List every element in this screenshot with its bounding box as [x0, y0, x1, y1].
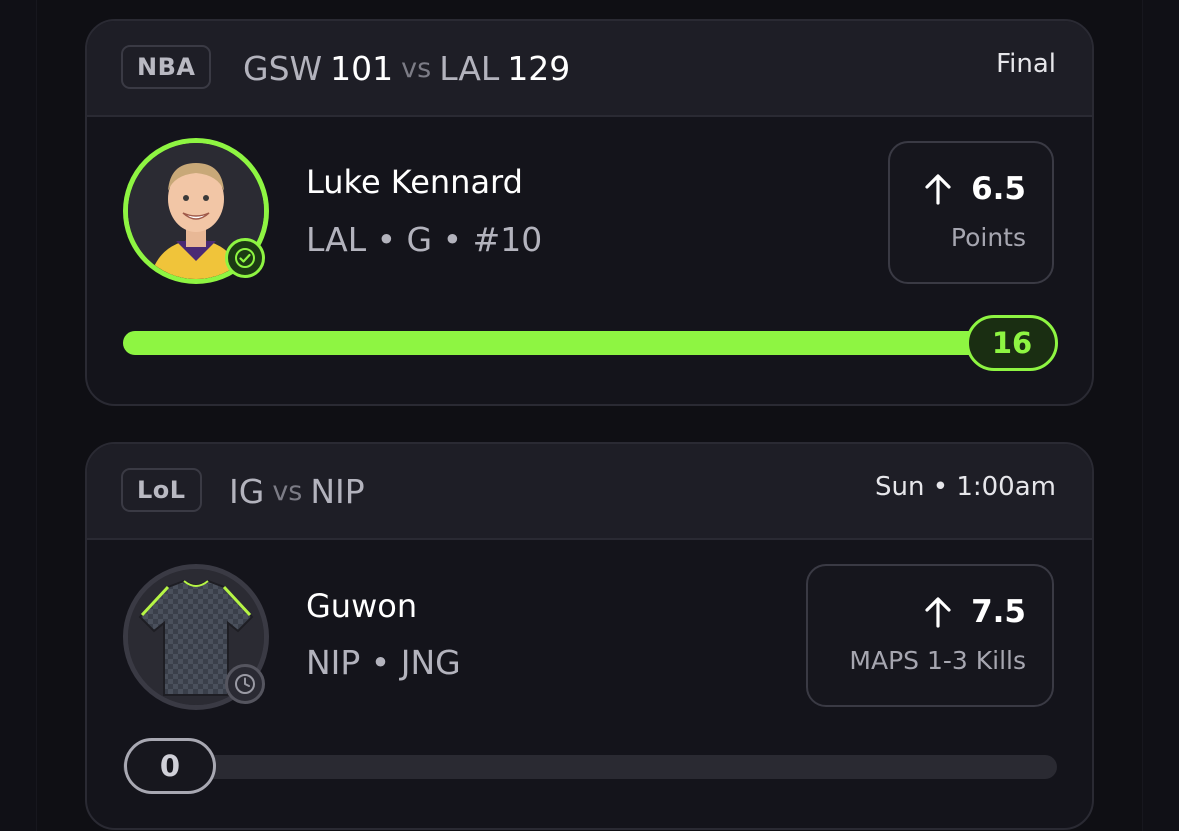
league-badge: LoL: [121, 468, 202, 512]
matchup: GSW 101 vs LAL 129: [243, 45, 570, 91]
score-away: 101: [330, 48, 394, 88]
line-value: 7.5: [971, 594, 1026, 630]
vs-label: vs: [272, 475, 303, 507]
pick-card-lol[interactable]: LoL IG vs NIP Sun • 1:00am Guwon NIP • J…: [85, 442, 1094, 830]
player-meta: NIP • JNG: [306, 643, 461, 682]
card-header: NBA GSW 101 vs LAL 129 Final: [87, 21, 1092, 117]
team-away: GSW: [243, 48, 323, 88]
vs-label: vs: [401, 52, 432, 84]
progress-track: [123, 331, 1018, 355]
right-edge: [1142, 0, 1179, 831]
arrow-up-icon: [925, 597, 951, 628]
pick-card-nba[interactable]: NBA GSW 101 vs LAL 129 Final Luke Kennar…: [85, 19, 1094, 406]
game-status: Final: [996, 49, 1056, 79]
check-icon: [225, 238, 265, 278]
line-value-row: 7.5: [923, 594, 1026, 630]
clock-icon: [225, 664, 265, 704]
line-value-row: 6.5: [923, 171, 1026, 207]
game-status: Sun • 1:00am: [875, 472, 1056, 502]
player-meta: LAL • G • #10: [306, 220, 543, 259]
progress-fill: [123, 331, 1018, 355]
player-avatar-wrap: [123, 138, 269, 284]
player-name: Luke Kennard: [306, 163, 523, 201]
team-away: IG: [229, 471, 265, 511]
team-home: LAL: [439, 48, 500, 88]
projection-line[interactable]: 7.5 MAPS 1-3 Kills: [806, 564, 1054, 707]
player-avatar-wrap: [123, 564, 269, 710]
progress-value-pill: 16: [966, 315, 1058, 371]
team-home: NIP: [310, 471, 365, 511]
progress-track: [123, 755, 1057, 779]
matchup: IG vs NIP: [229, 468, 373, 514]
left-edge: [0, 0, 37, 831]
line-value: 6.5: [971, 171, 1026, 207]
league-badge: NBA: [121, 45, 212, 89]
card-header: LoL IG vs NIP Sun • 1:00am: [87, 444, 1092, 540]
player-name: Guwon: [306, 587, 418, 625]
projection-line[interactable]: 6.5 Points: [888, 141, 1054, 284]
line-stat: Points: [950, 223, 1026, 252]
score-home: 129: [507, 48, 571, 88]
line-stat: MAPS 1-3 Kills: [849, 646, 1026, 675]
progress-value-pill: 0: [124, 738, 216, 794]
arrow-up-icon: [925, 174, 951, 205]
pick-list-screen: NBA GSW 101 vs LAL 129 Final Luke Kennar…: [0, 0, 1179, 831]
